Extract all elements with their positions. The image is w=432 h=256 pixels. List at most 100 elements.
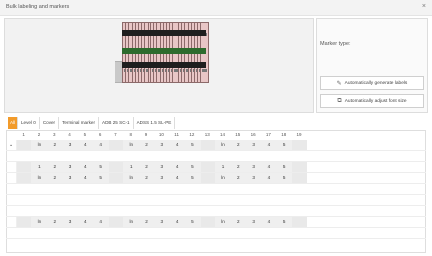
marker-cell[interactable] [16,162,32,172]
marker-cell[interactable]: 5 [276,217,292,227]
marker-cell[interactable]: 4 [77,173,93,183]
marker-cell[interactable]: 3 [61,162,78,172]
marker-cell[interactable] [291,140,307,150]
generate-labels-button[interactable]: ✎ Automatically generate labels [320,76,424,90]
marker-cell[interactable]: 2 [138,173,154,183]
marker-cell[interactable]: 1 [123,162,139,172]
window-title: Bulk labeling and markers [6,4,70,10]
column-header: 10 [158,132,164,137]
marker-cell[interactable]: 3 [153,162,169,172]
marker-cell[interactable]: 2 [46,217,62,227]
tab-adb-25[interactable]: ADB 25 SC-1 [99,117,134,129]
marker-cell[interactable]: 3 [245,217,261,227]
marker-cell[interactable] [199,173,215,183]
marker-cell[interactable] [107,140,124,150]
column-header: 16 [250,132,256,137]
marker-cell[interactable]: 4 [168,173,185,183]
column-header: 6 [98,132,102,137]
marker-cell[interactable]: ln [214,140,231,150]
column-header: 4 [68,132,71,137]
marker-cell[interactable]: 2 [138,140,154,150]
marker-type-label: Marker type: [320,41,351,47]
marker-cell[interactable]: 2 [138,217,154,227]
marker-cell[interactable]: 4 [260,173,277,183]
marker-cell[interactable]: 4 [92,217,108,227]
marker-cell[interactable]: 5 [184,140,200,150]
marker-cell[interactable]: 2 [230,140,246,150]
row-indicator: • [10,142,12,148]
adjust-font-size-button[interactable]: ⧉ Automatically adjust font size [320,94,424,108]
marker-cell[interactable] [107,162,124,172]
marker-cell[interactable]: 3 [153,173,169,183]
marker-cell[interactable] [16,140,32,150]
tab-terminal-marker[interactable]: Terminal marker [59,117,100,129]
marker-cell[interactable]: ln [123,140,139,150]
marker-cell[interactable]: 5 [276,173,292,183]
tab-level-0[interactable]: Level 0 [18,117,40,129]
marker-cell[interactable]: 5 [184,173,200,183]
marker-cell[interactable]: 4 [77,162,93,172]
marker-cell[interactable] [199,140,215,150]
marker-cell[interactable]: ln [31,173,47,183]
close-icon[interactable]: × [422,3,426,10]
marker-cell[interactable]: 3 [153,217,169,227]
marker-cell[interactable] [16,173,32,183]
table-row: • ln 2 3 4 4 ln 2 3 4 5 ln 2 3 4 5 [6,140,426,151]
marker-cell[interactable]: 4 [77,217,93,227]
marker-cell[interactable]: 3 [245,162,261,172]
grid-rows: • ln 2 3 4 4 ln 2 3 4 5 ln 2 3 4 5 1 2 3 4 5 1 2 3 4 5 1 2 3 4 5 ln 2 3 4 5… [6,140,426,239]
empty-row [6,151,426,162]
marker-cell[interactable] [291,173,307,183]
marker-cell[interactable]: 3 [245,173,261,183]
marker-cell[interactable]: 1 [214,162,231,172]
marker-cell[interactable]: ln [123,217,139,227]
marker-cell[interactable] [291,217,307,227]
marker-cell[interactable]: 5 [276,162,292,172]
column-header: 5 [83,132,87,137]
marker-cell[interactable]: 3 [61,173,78,183]
marker-cell[interactable]: 3 [153,140,169,150]
marker-cell[interactable]: 5 [92,173,108,183]
marker-cell[interactable] [199,162,215,172]
marker-cell[interactable] [199,217,215,227]
marker-strip [178,62,206,68]
marker-cell[interactable]: 4 [260,162,277,172]
marker-cell[interactable]: 4 [92,140,108,150]
tab-adss-1-5[interactable]: ADSS 1.5 SL-PE [134,117,176,129]
marker-cell[interactable]: 5 [184,162,200,172]
marker-cell[interactable]: 4 [168,162,185,172]
marker-cell[interactable]: 3 [245,140,261,150]
marker-cell[interactable] [107,173,124,183]
marker-cell[interactable] [107,217,124,227]
marker-cell[interactable]: 1 [31,162,47,172]
marker-cell[interactable]: ln [31,217,47,227]
marker-cell[interactable]: 2 [46,162,62,172]
column-header: 12 [189,132,195,137]
marker-cell[interactable]: 2 [230,173,246,183]
marker-cell[interactable]: 4 [77,140,93,150]
marker-cell[interactable]: ln [214,173,231,183]
marker-cell[interactable] [16,217,32,227]
marker-cell[interactable]: 4 [260,140,277,150]
marker-cell[interactable]: ln [123,173,139,183]
table-row: ln 2 3 4 5 ln 2 3 4 5 ln 2 3 4 5 [6,173,426,184]
marker-cell[interactable]: 5 [276,140,292,150]
tab-cover[interactable]: Cover [40,117,60,129]
marker-cell[interactable]: 2 [46,173,62,183]
marker-cell[interactable]: ln [214,217,231,227]
marker-cell[interactable]: 2 [138,162,154,172]
marker-cell[interactable] [291,162,307,172]
marker-cell[interactable]: 2 [230,162,246,172]
tab-all[interactable]: All [8,117,18,129]
marker-cell[interactable]: 3 [61,217,78,227]
marker-cell[interactable]: 2 [46,140,62,150]
marker-cell[interactable]: 4 [168,140,185,150]
marker-cell[interactable]: ln [31,140,47,150]
marker-cell[interactable]: 2 [230,217,246,227]
marker-cell[interactable]: 4 [168,217,185,227]
marker-cell[interactable]: 4 [260,217,277,227]
marker-cell[interactable]: 5 [92,162,108,172]
marker-cell[interactable]: 5 [184,217,200,227]
marker-cell[interactable]: 3 [61,140,78,150]
column-header: 11 [174,132,179,137]
